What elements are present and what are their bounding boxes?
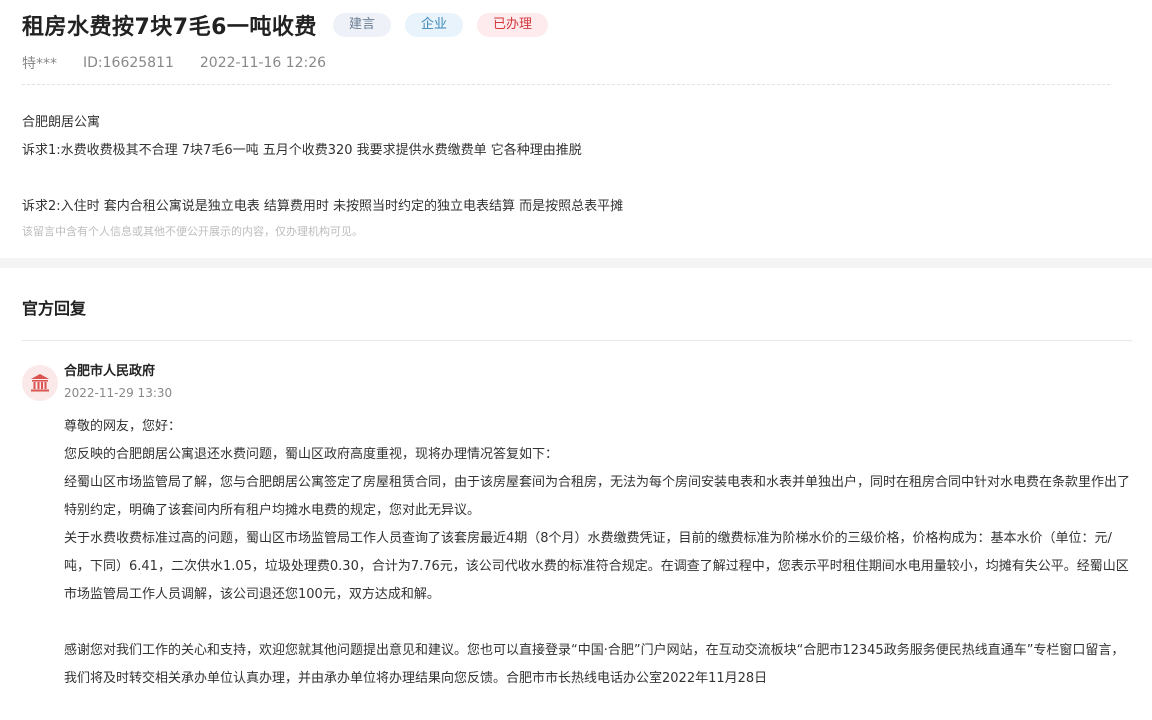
post-meta: 特*** ID:16625811 2022-11-16 12:26 bbox=[22, 52, 1130, 74]
reply-paragraph: 您反映的合肥朗居公寓退还水费问题，蜀山区政府高度重视，现将办理情况答复如下： bbox=[64, 447, 559, 462]
tag-enterprise: 企业 bbox=[404, 13, 463, 37]
reply-section: 官方回复 合肥市人民政府 2022-11-29 13:30 尊敬的网友，您好： … bbox=[0, 268, 1152, 693]
tag-status-done: 已办理 bbox=[476, 13, 548, 37]
privacy-note: 该留言中含有个人信息或其他不便公开展示的内容，仅办理机构可见。 bbox=[22, 225, 363, 238]
post-author: 特*** bbox=[22, 56, 57, 72]
reply-datetime: 2022-11-29 13:30 bbox=[64, 386, 173, 400]
post-content-line: 诉求1:水费收费极其不合理 7块7毛6一吨 五月个收费320 我要求提供水费缴费… bbox=[22, 143, 582, 158]
divider bbox=[22, 340, 1132, 341]
post-id: ID:16625811 bbox=[83, 55, 174, 71]
reply-section-title: 官方回复 bbox=[22, 299, 87, 318]
reply-paragraph: 经蜀山区市场监管局了解，您与合肥朗居公寓签定了房屋租赁合同，由于该房屋套间为合租… bbox=[64, 475, 1131, 518]
org-info: 合肥市人民政府 2022-11-29 13:30 bbox=[64, 363, 172, 401]
post-content: 合肥朗居公寓 诉求1:水费收费极其不合理 7块7毛6一吨 五月个收费320 我要… bbox=[22, 109, 1130, 221]
reply-paragraph: 关于水费收费标准过高的问题，蜀山区市场监管局工作人员查询了该套房最近4期（8个月… bbox=[64, 531, 1129, 602]
post-datetime: 2022-11-16 12:26 bbox=[199, 55, 327, 71]
title-row: 租房水费按7块7毛6一吨收费 建言 企业 已办理 bbox=[22, 10, 1130, 40]
org-name: 合肥市人民政府 bbox=[64, 364, 156, 379]
government-building-icon bbox=[22, 365, 58, 401]
divider bbox=[22, 84, 1110, 85]
post-content-line: 诉求2:入住时 套内合租公寓说是独立电表 结算费用时 未按照当时约定的独立电表结… bbox=[22, 199, 624, 214]
tag-suggestion: 建言 bbox=[332, 13, 391, 37]
reply-paragraph: 尊敬的网友，您好： bbox=[64, 419, 182, 434]
reply-paragraph: 感谢您对我们工作的关心和支持，欢迎您就其他问题提出意见和建议。您也可以直接登录“… bbox=[64, 643, 1125, 686]
post-section: 租房水费按7块7毛6一吨收费 建言 企业 已办理 特*** ID:1662581… bbox=[0, 0, 1152, 258]
reply-body: 尊敬的网友，您好： 您反映的合肥朗居公寓退还水费问题，蜀山区政府高度重视，现将办… bbox=[64, 413, 1132, 693]
section-separator bbox=[0, 258, 1152, 268]
post-title: 租房水费按7块7毛6一吨收费 bbox=[22, 15, 317, 40]
post-content-line: 合肥朗居公寓 bbox=[22, 115, 101, 130]
reply-org: 合肥市人民政府 2022-11-29 13:30 bbox=[22, 363, 1132, 401]
